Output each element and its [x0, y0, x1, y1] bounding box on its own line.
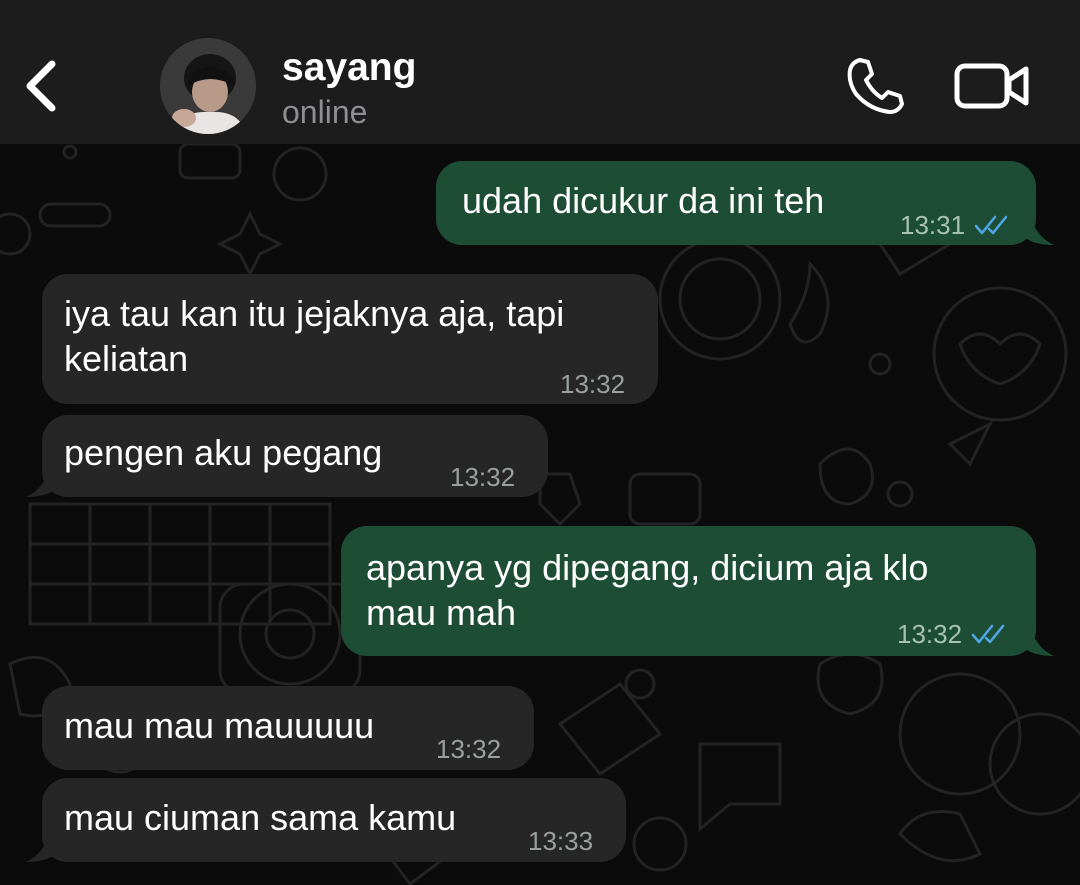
- voice-call-button[interactable]: [840, 50, 910, 120]
- back-button[interactable]: [18, 52, 68, 118]
- bubble-tail: [1024, 215, 1054, 245]
- bubble-tail: [26, 467, 56, 497]
- read-receipt-icon: [974, 215, 1008, 235]
- message-text-line-1: iya tau kan itu jejaknya aja, tapi: [64, 293, 565, 334]
- message-meta: 13:32: [897, 612, 1010, 656]
- incoming-message[interactable]: mau mau mauuuuu 13:32: [42, 686, 534, 770]
- message-meta: 13:31: [900, 203, 1013, 247]
- message-text-line-1: apanya yg dipegang, dicium aja klo: [366, 547, 929, 588]
- bubble-tail: [1024, 626, 1054, 656]
- message-text: pengen aku pegang: [64, 432, 383, 473]
- avatar[interactable]: [160, 38, 256, 134]
- outgoing-message[interactable]: udah dicukur da ini teh 13:31: [436, 161, 1036, 245]
- incoming-message[interactable]: iya tau kan itu jejaknya aja, tapi kelia…: [42, 274, 658, 404]
- contact-status: online: [282, 94, 368, 130]
- message-text-line-2: keliatan: [64, 338, 189, 379]
- message-time: 13:33: [528, 826, 594, 856]
- message-time: 13:32: [450, 462, 516, 492]
- video-call-button[interactable]: [952, 56, 1034, 116]
- avatar-photo: [160, 38, 256, 134]
- phone-icon: [847, 58, 904, 114]
- incoming-message[interactable]: mau ciuman sama kamu 13:33: [42, 778, 626, 862]
- message-list[interactable]: udah dicukur da ini teh 13:31 iya tau ka…: [0, 144, 1080, 885]
- message-text: mau mau mauuuuu: [64, 705, 375, 746]
- contact-name[interactable]: sayang: [282, 46, 416, 90]
- bubble-tail: [26, 832, 56, 862]
- chevron-left-icon: [26, 60, 56, 112]
- message-time: 13:32: [436, 734, 502, 764]
- message-time: 13:32: [560, 369, 626, 399]
- video-camera-icon: [954, 63, 1029, 109]
- outgoing-message[interactable]: apanya yg dipegang, dicium aja klo mau m…: [341, 526, 1036, 656]
- incoming-message[interactable]: pengen aku pegang 13:32: [42, 415, 548, 497]
- message-time: 13:31: [900, 210, 966, 240]
- doodle-wallpaper: [0, 144, 1080, 885]
- message-time: 13:32: [897, 619, 963, 649]
- message-text: mau ciuman sama kamu: [64, 797, 457, 838]
- read-receipt-icon: [971, 624, 1005, 644]
- message-text-line-2: mau mah: [366, 592, 517, 633]
- chat-header: sayang online: [0, 0, 1080, 144]
- message-text: udah dicukur da ini teh: [462, 180, 825, 221]
